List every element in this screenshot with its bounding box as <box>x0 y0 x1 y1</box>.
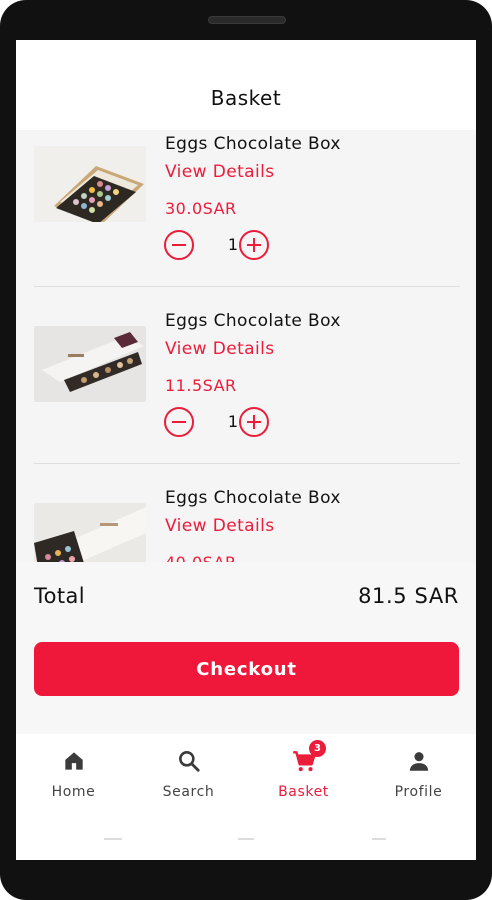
decrease-qty-button[interactable] <box>164 407 194 437</box>
total-value: 81.5 SAR <box>358 584 459 608</box>
system-nav-bar <box>16 826 476 860</box>
view-details-link[interactable]: View Details <box>165 162 274 182</box>
product-image <box>34 326 146 402</box>
list-item: Eggs Chocolate Box View Details 40.0SAR … <box>34 464 460 562</box>
tab-profile[interactable]: Profile <box>361 744 476 804</box>
product-price: 11.5SAR <box>165 376 237 395</box>
person-icon <box>409 752 429 771</box>
search-icon <box>179 751 200 772</box>
product-title: Eggs Chocolate Box <box>165 311 341 331</box>
tab-label: Basket <box>278 784 329 800</box>
app-header: Basket <box>16 40 476 130</box>
total-label: Total <box>34 584 86 608</box>
tab-home[interactable]: Home <box>16 744 131 804</box>
basket-count-badge: 3 <box>309 740 326 757</box>
page-title: Basket <box>210 86 282 110</box>
increase-qty-button[interactable] <box>239 407 269 437</box>
minus-icon <box>172 244 186 247</box>
plus-icon <box>253 415 256 429</box>
minus-icon <box>172 421 186 424</box>
tab-label: Home <box>51 784 96 800</box>
basket-list[interactable]: Eggs Chocolate Box View Details 30.0SAR … <box>16 130 476 562</box>
app-screen: Basket Eggs Chocolate Box View Details 3… <box>16 40 476 860</box>
list-item: Eggs Chocolate Box View Details 11.5SAR … <box>34 287 460 464</box>
checkout-button[interactable]: Checkout <box>34 642 459 696</box>
plus-icon <box>253 238 256 252</box>
product-price: 30.0SAR <box>165 199 237 218</box>
device-frame: Basket Eggs Chocolate Box View Details 3… <box>0 0 492 900</box>
view-details-link[interactable]: View Details <box>165 516 274 536</box>
decrease-qty-button[interactable] <box>164 230 194 260</box>
product-price: 40.0SAR <box>165 553 237 562</box>
product-title: Eggs Chocolate Box <box>165 134 341 154</box>
product-title: Eggs Chocolate Box <box>165 488 341 508</box>
device-speaker <box>208 16 286 24</box>
home-icon <box>65 752 83 770</box>
home-nav-hint[interactable] <box>238 838 254 840</box>
recents-nav-hint[interactable] <box>372 838 386 840</box>
tab-basket[interactable]: 3 Basket <box>246 740 361 804</box>
tab-search[interactable]: Search <box>131 744 246 804</box>
list-item: Eggs Chocolate Box View Details 30.0SAR … <box>34 130 460 287</box>
product-image <box>34 503 146 562</box>
tab-label: Search <box>162 784 215 800</box>
back-nav-hint[interactable] <box>104 838 122 840</box>
product-image <box>34 146 146 222</box>
view-details-link[interactable]: View Details <box>165 339 274 359</box>
increase-qty-button[interactable] <box>239 230 269 260</box>
tab-label: Profile <box>394 784 443 800</box>
